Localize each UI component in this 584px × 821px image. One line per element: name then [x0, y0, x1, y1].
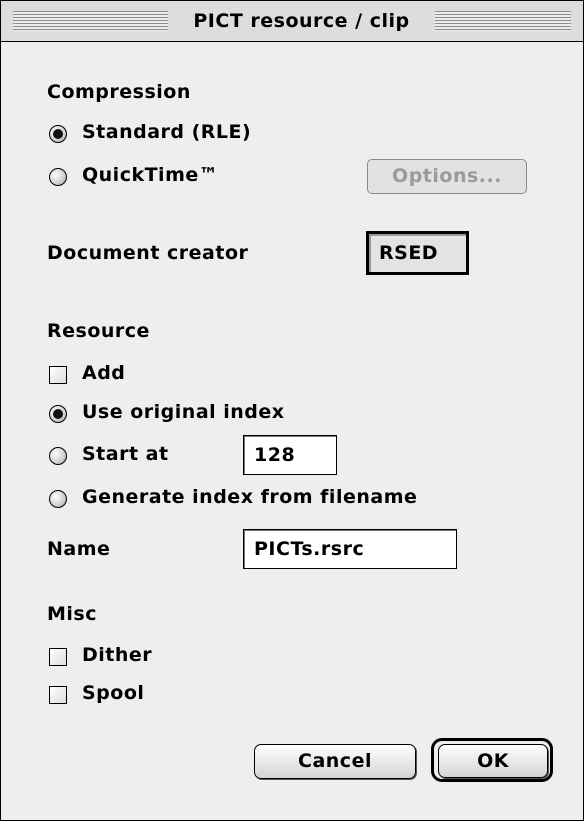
- title-bar-stripes-left: [13, 11, 168, 31]
- checkbox-dither[interactable]: [49, 648, 67, 666]
- document-creator-button[interactable]: RSED: [366, 231, 469, 275]
- ok-button[interactable]: OK: [438, 744, 548, 778]
- title-bar[interactable]: PICT resource / clip: [1, 1, 583, 42]
- name-label: Name: [47, 538, 111, 560]
- document-creator-value: RSED: [379, 242, 439, 264]
- radio-use-original-index[interactable]: [49, 405, 67, 423]
- radio-quicktime-label[interactable]: QuickTime™: [82, 163, 218, 187]
- radio-use-original-index-label[interactable]: Use original index: [82, 400, 285, 424]
- window-title: PICT resource / clip: [168, 9, 435, 33]
- radio-standard-rle[interactable]: [49, 125, 67, 143]
- start-at-input[interactable]: 128: [243, 435, 337, 475]
- title-bar-stripes-right: [435, 11, 571, 31]
- checkbox-add[interactable]: [49, 366, 67, 384]
- checkbox-spool[interactable]: [49, 686, 67, 704]
- document-creator-label: Document creator: [47, 242, 249, 264]
- radio-start-at[interactable]: [49, 447, 67, 465]
- checkbox-dither-label[interactable]: Dither: [82, 643, 152, 667]
- radio-generate-index[interactable]: [49, 490, 67, 508]
- resource-heading: Resource: [47, 320, 150, 342]
- dialog-window: PICT resource / clip Compression Standar…: [0, 0, 584, 821]
- cancel-button[interactable]: Cancel: [254, 744, 416, 779]
- name-input[interactable]: PICTs.rsrc: [243, 529, 457, 569]
- checkbox-spool-label[interactable]: Spool: [82, 681, 144, 705]
- options-button[interactable]: Options...: [367, 159, 527, 194]
- checkbox-add-label[interactable]: Add: [82, 361, 125, 385]
- radio-start-at-label[interactable]: Start at: [82, 442, 169, 466]
- radio-standard-rle-label[interactable]: Standard (RLE): [82, 120, 251, 144]
- misc-heading: Misc: [47, 603, 97, 625]
- radio-quicktime[interactable]: [49, 168, 67, 186]
- compression-heading: Compression: [47, 81, 191, 103]
- radio-generate-index-label[interactable]: Generate index from filename: [82, 485, 417, 509]
